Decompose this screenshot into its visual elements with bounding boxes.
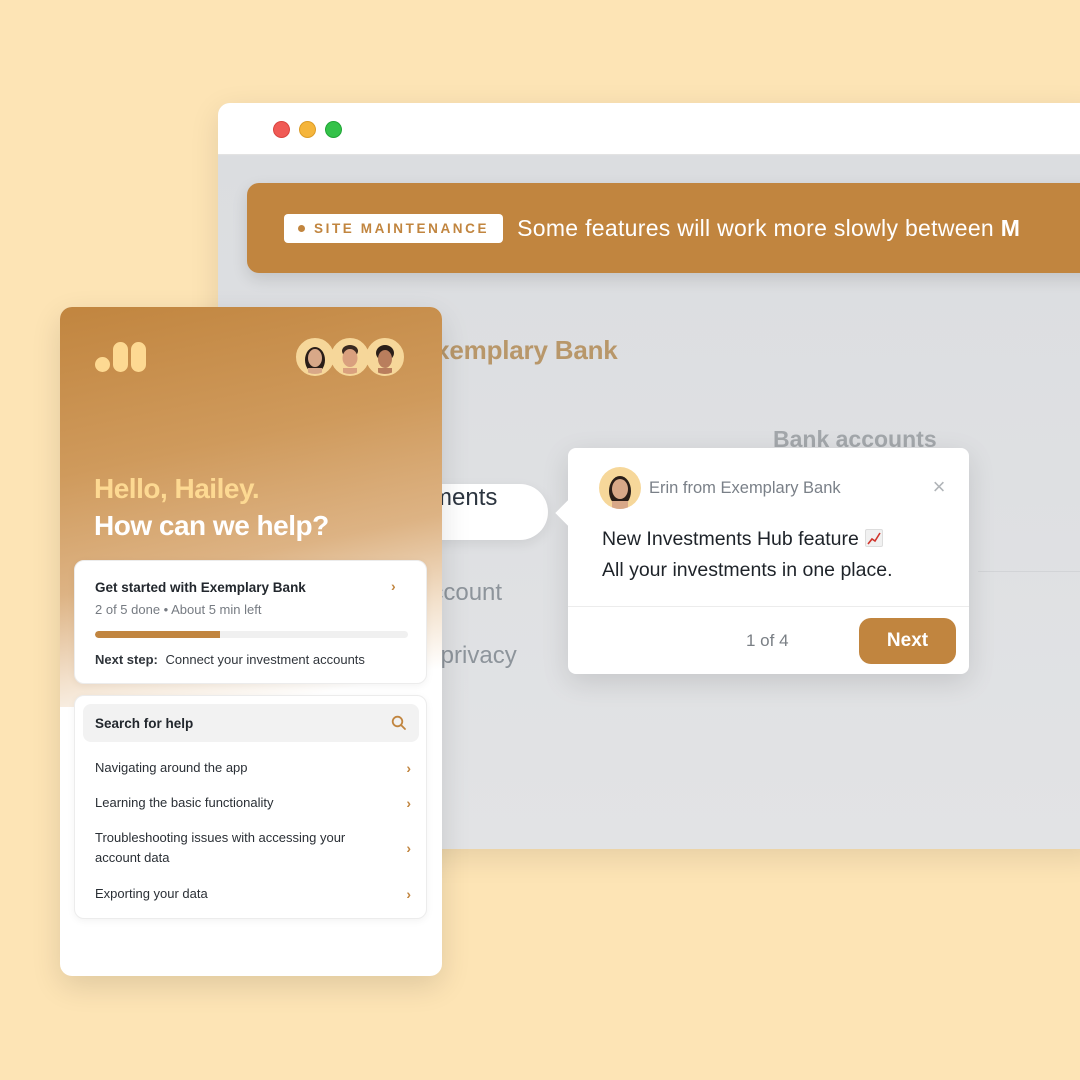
divider <box>978 571 1080 572</box>
chevron-right-icon: › <box>406 886 411 902</box>
next-button[interactable]: Next <box>859 618 956 664</box>
window-close-button[interactable] <box>273 121 290 138</box>
maintenance-banner: SITE MAINTENANCE Some features will work… <box>247 183 1080 273</box>
checklist-title: Get started with Exemplary Bank <box>95 580 306 595</box>
greeting: Hello, Hailey. <box>94 473 260 504</box>
chevron-right-icon: › <box>406 795 411 811</box>
chart-increasing-icon <box>864 529 883 547</box>
chevron-right-icon: › <box>406 840 411 856</box>
tooltip-body: All your investments in one place. <box>602 559 893 581</box>
window-minimize-button[interactable] <box>299 121 316 138</box>
tour-step-counter: 1 of 4 <box>746 631 789 650</box>
banner-message-text: Some features will work more slowly betw… <box>517 214 1001 241</box>
bank-name-logo[interactable]: Exemplary Bank <box>418 335 618 366</box>
banner-message: Some features will work more slowly betw… <box>517 215 1020 242</box>
help-article-title: Learning the basic functionality <box>95 795 274 810</box>
progress-fill <box>95 631 221 638</box>
checklist-status: 2 of 5 done • About 5 min left <box>95 602 262 617</box>
browser-title-bar <box>218 103 1080 155</box>
onboarding-checklist-card[interactable]: Get started with Exemplary Bank › 2 of 5… <box>74 560 427 684</box>
help-article-link[interactable]: Navigating around the app › <box>95 758 411 778</box>
window-maximize-button[interactable] <box>325 121 342 138</box>
next-step: Next step: Connect your investment accou… <box>95 652 365 667</box>
chevron-right-icon: › <box>406 760 411 776</box>
checklist-progress-bar <box>95 631 408 638</box>
help-articles-card: Search for help Navigating around the ap… <box>74 695 427 919</box>
banner-message-bold: M <box>1000 214 1021 241</box>
avatar <box>296 338 334 376</box>
next-step-label: Next step: <box>95 652 158 667</box>
tooltip-headline-text: New Investments Hub feature <box>602 528 859 550</box>
next-step-value: Connect your investment accounts <box>165 652 365 667</box>
sender-name: Erin from Exemplary Bank <box>649 479 841 497</box>
avatar <box>366 338 404 376</box>
product-tour-tooltip: Erin from Exemplary Bank × New Investmen… <box>568 448 969 674</box>
search-placeholder: Search for help <box>95 715 194 731</box>
sender-avatar <box>599 467 641 509</box>
divider <box>568 606 969 607</box>
help-article-title: Navigating around the app <box>95 760 248 775</box>
maintenance-badge: SITE MAINTENANCE <box>284 213 504 243</box>
tooltip-headline: New Investments Hub feature <box>602 528 883 551</box>
team-avatars <box>296 338 404 376</box>
help-messenger: Hello, Hailey. How can we help? Get star… <box>60 307 442 976</box>
help-article-link[interactable]: Learning the basic functionality › <box>95 793 411 813</box>
help-article-link[interactable]: Exporting your data › <box>95 884 411 904</box>
brand-logo-icon <box>95 342 146 372</box>
avatar <box>331 338 369 376</box>
help-article-title: Troubleshooting issues with accessing yo… <box>95 830 346 865</box>
help-search-input[interactable]: Search for help <box>83 704 419 742</box>
help-prompt: How can we help? <box>94 510 329 541</box>
help-article-link[interactable]: Troubleshooting issues with accessing yo… <box>95 828 411 868</box>
badge-label: SITE MAINTENANCE <box>314 220 490 236</box>
close-icon[interactable]: × <box>928 476 950 498</box>
dot-icon <box>298 224 305 232</box>
search-icon[interactable] <box>391 715 407 731</box>
help-article-title: Exporting your data <box>95 886 208 901</box>
chevron-right-icon: › <box>391 578 396 594</box>
